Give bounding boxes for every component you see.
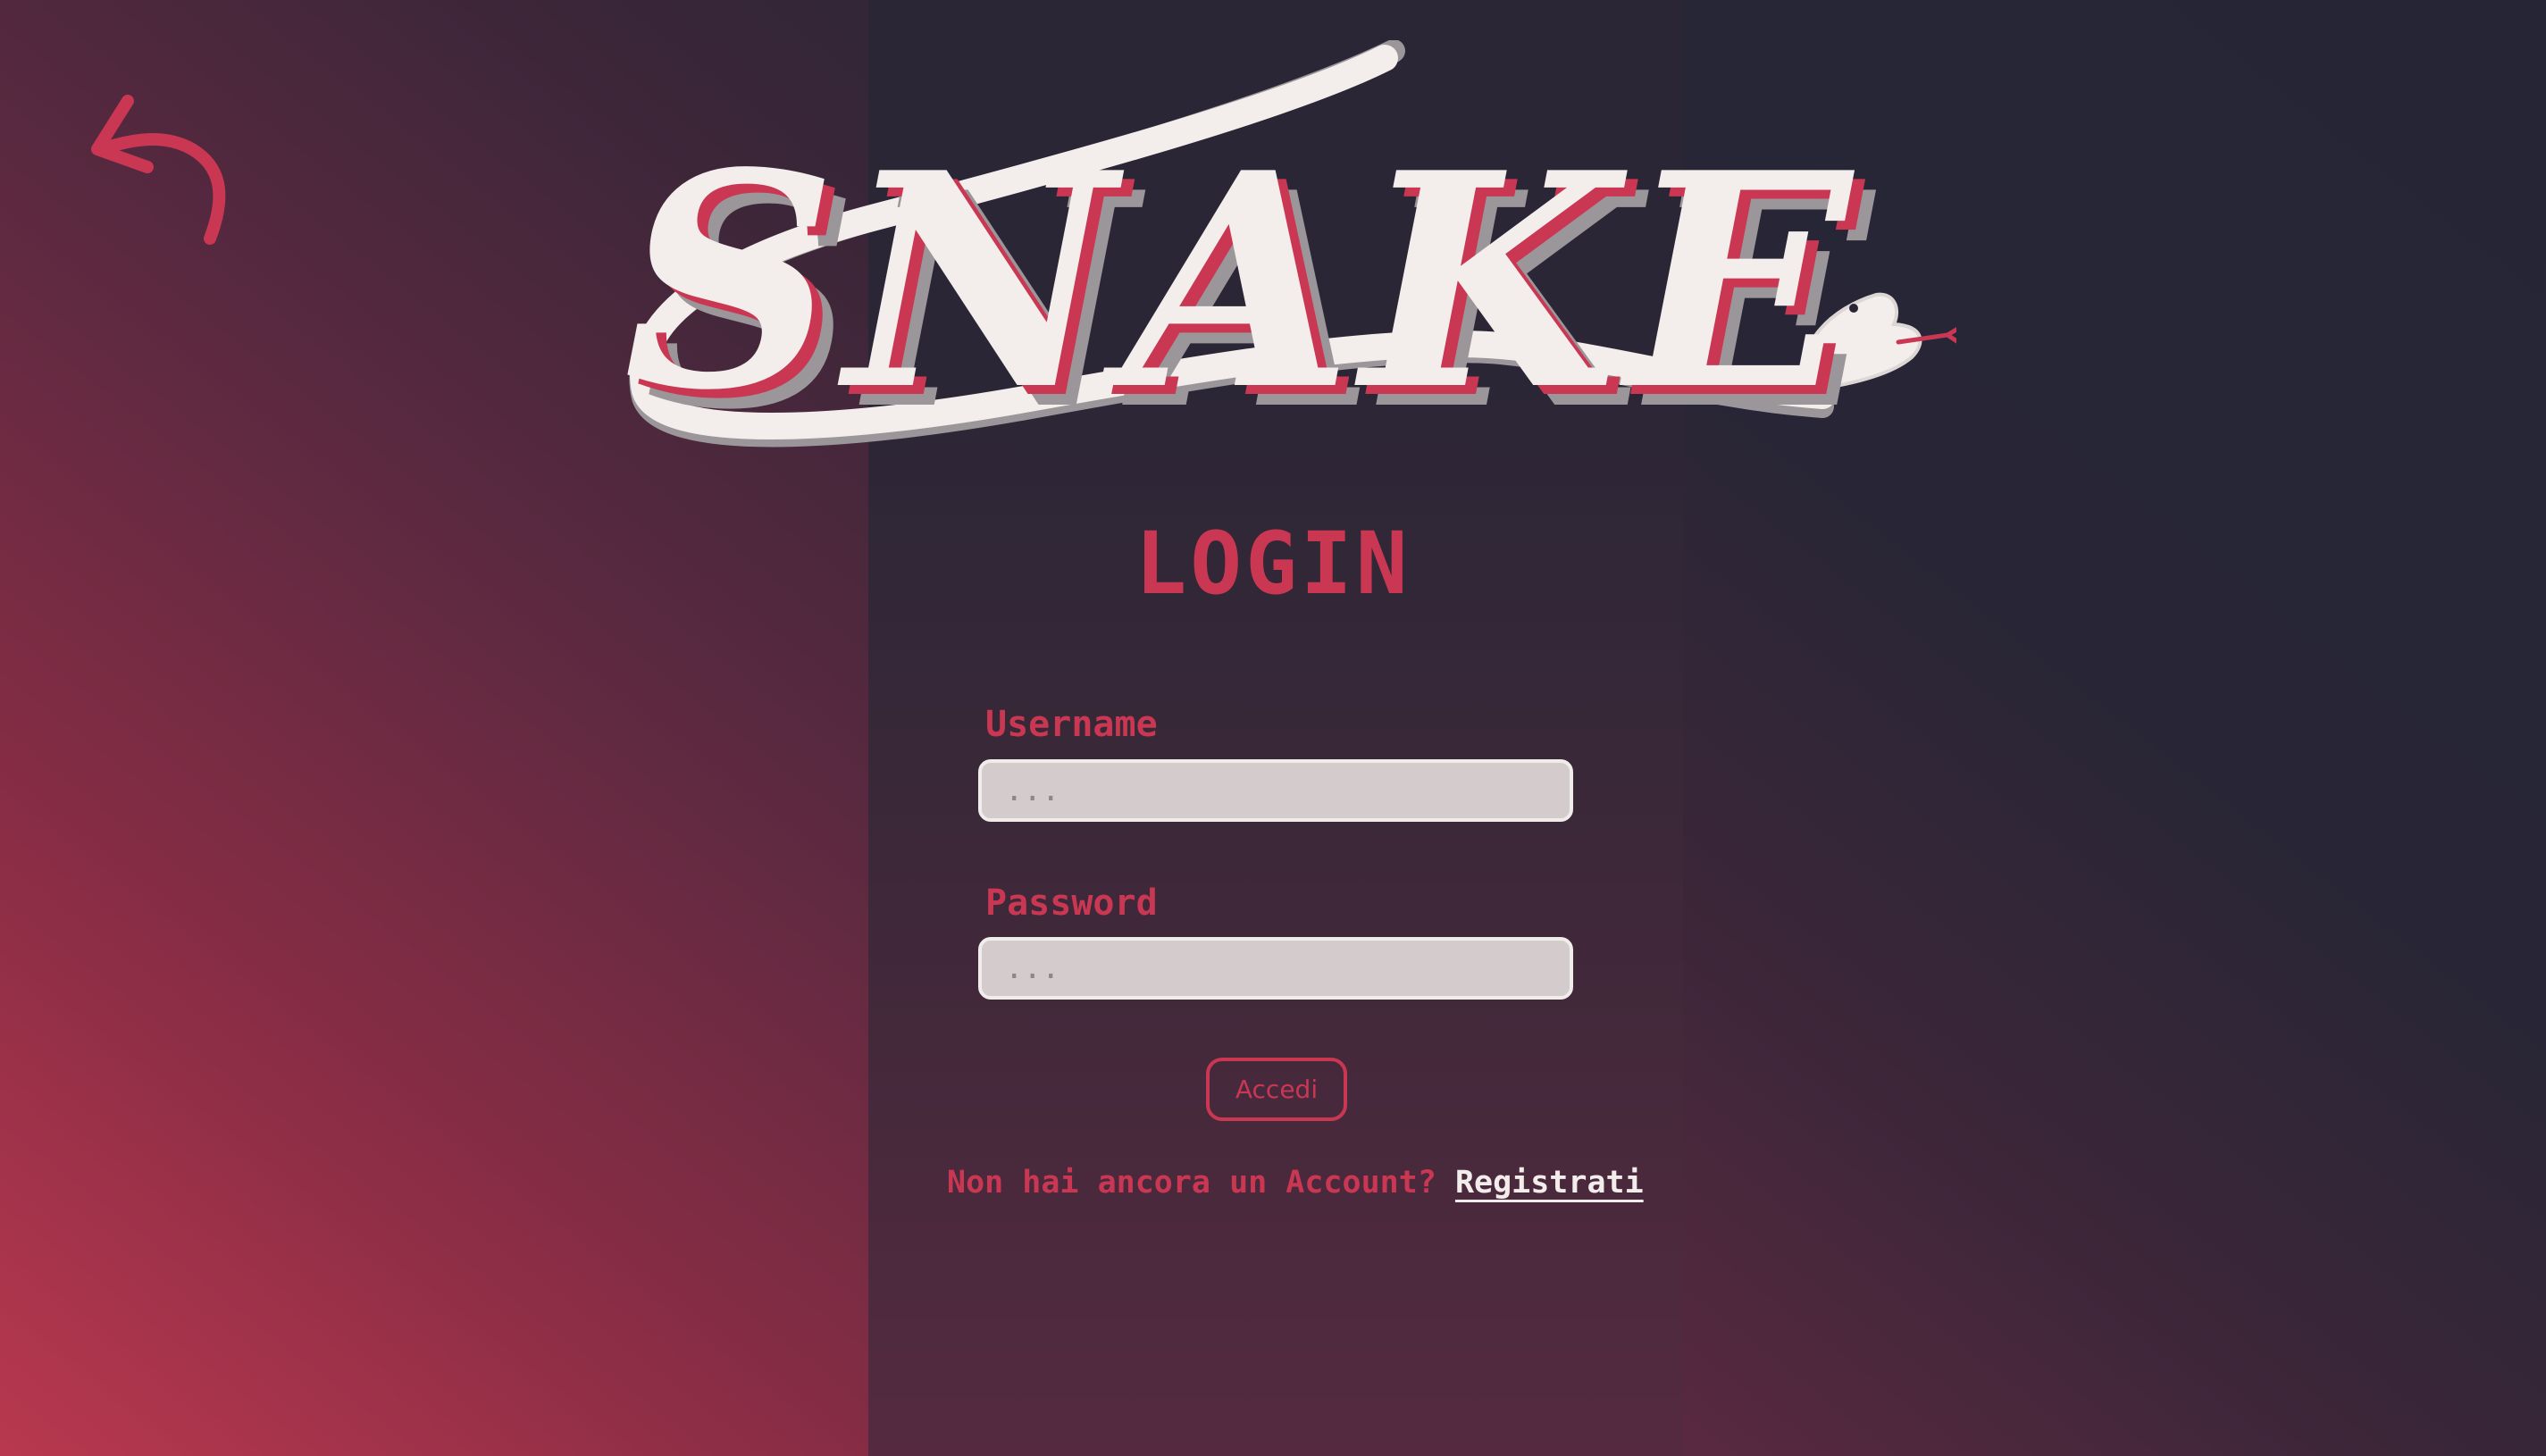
logo-text: SNAKE (624, 108, 1860, 455)
username-label: Username (985, 704, 1158, 745)
back-button[interactable] (85, 85, 237, 255)
snake-logo: SNAKE SNAKE SNAKE (607, 39, 1968, 478)
login-button[interactable]: Accedi (1206, 1058, 1347, 1121)
register-link[interactable]: Registrati (1455, 1165, 1644, 1201)
password-label: Password (985, 883, 1158, 924)
password-input[interactable] (978, 937, 1573, 1000)
page-title: LOGIN (1135, 514, 1411, 614)
undo-arrow-icon (91, 95, 226, 245)
username-input[interactable] (978, 759, 1573, 822)
register-prompt: Non hai ancora un Account? (947, 1165, 1436, 1201)
register-row: Non hai ancora un Account? Registrati (947, 1165, 1644, 1201)
